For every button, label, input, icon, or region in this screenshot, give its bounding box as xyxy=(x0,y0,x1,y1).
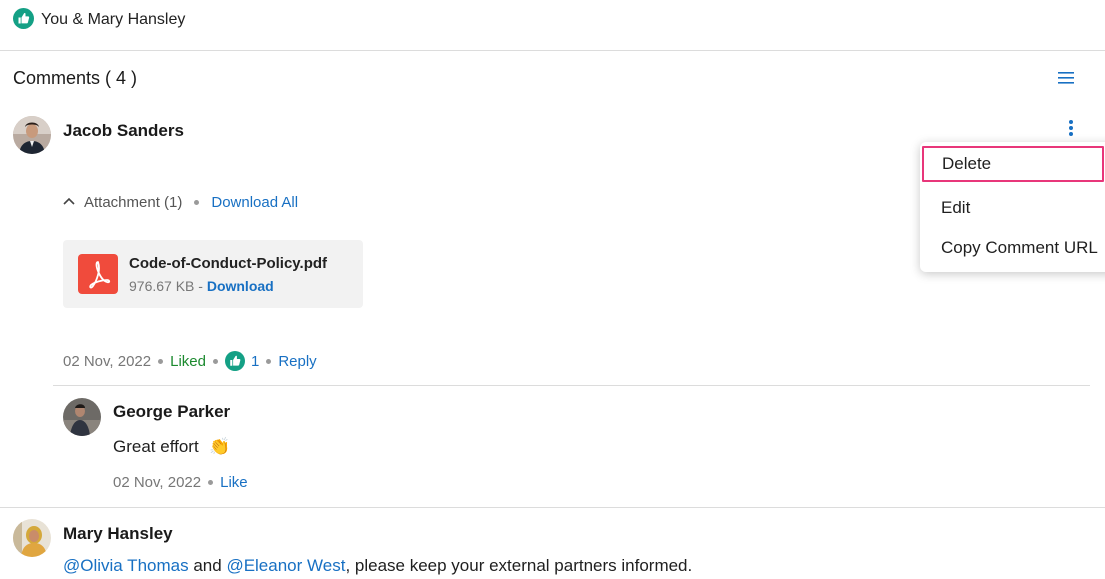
comments-header: Comments ( 4 ) xyxy=(0,51,1105,107)
file-size: 976.67 KB - xyxy=(129,278,203,294)
comment-context-menu: Delete Edit Copy Comment URL xyxy=(920,142,1105,272)
comment-meta: 02 Nov, 2022 Liked 1 Reply xyxy=(63,351,317,371)
comment-date: 02 Nov, 2022 xyxy=(63,352,152,370)
attachment-row: Attachment (1) Download All xyxy=(63,194,298,211)
avatar-george-parker[interactable] xyxy=(63,398,101,436)
divider xyxy=(53,385,1090,386)
menu-item-copy-url[interactable]: Copy Comment URL xyxy=(920,230,1105,266)
thumbs-up-icon xyxy=(13,8,34,34)
comment-author[interactable]: Mary Hansley xyxy=(63,524,173,544)
file-name[interactable]: Code-of-Conduct-Policy.pdf xyxy=(129,255,327,272)
chevron-up-icon[interactable] xyxy=(63,197,75,210)
comment-text: @Olivia Thomas and @Eleanor West, please… xyxy=(63,556,692,576)
reply-link[interactable]: Reply xyxy=(278,353,316,370)
separator-dot xyxy=(266,358,272,364)
reply-text: Great effort 👏 xyxy=(113,437,231,457)
file-meta: 976.67 KB - Download xyxy=(129,278,274,294)
separator-dot xyxy=(212,358,218,364)
mention-link[interactable]: @Eleanor West xyxy=(226,556,345,575)
mention-link[interactable]: @Olivia Thomas xyxy=(63,556,189,575)
avatar-mary-hansley[interactable] xyxy=(13,519,51,557)
text-fragment: , please keep your external partners inf… xyxy=(345,556,693,575)
separator-dot xyxy=(194,200,200,205)
reply-author[interactable]: George Parker xyxy=(113,402,230,422)
avatar-jacob-sanders[interactable] xyxy=(13,116,51,154)
divider xyxy=(0,507,1105,508)
comment-author[interactable]: Jacob Sanders xyxy=(63,121,184,141)
menu-item-edit[interactable]: Edit xyxy=(920,190,1105,226)
likes-bar: You & Mary Hansley xyxy=(0,0,1105,51)
attachment-toggle[interactable]: Attachment (1) xyxy=(84,194,182,211)
reply-date: 02 Nov, 2022 xyxy=(113,474,202,491)
attachment-file-card[interactable]: Code-of-Conduct-Policy.pdf 976.67 KB - D… xyxy=(63,240,363,308)
text-fragment: and xyxy=(193,556,222,575)
liked-button[interactable]: Liked xyxy=(170,353,206,370)
more-options-icon[interactable] xyxy=(1066,119,1076,142)
separator-dot xyxy=(208,480,214,485)
menu-item-delete[interactable]: Delete xyxy=(922,146,1104,182)
like-link[interactable]: Like xyxy=(220,474,248,491)
separator-dot xyxy=(158,358,164,364)
clapping-hands-icon: 👏 xyxy=(209,437,231,456)
reply-meta: 02 Nov, 2022 Like xyxy=(113,474,248,491)
file-download-link[interactable]: Download xyxy=(207,278,274,294)
comments-title: Comments ( 4 ) xyxy=(13,68,138,88)
thumbs-up-icon[interactable] xyxy=(224,351,245,371)
like-count[interactable]: 1 xyxy=(251,353,259,370)
reply-text-body: Great effort xyxy=(113,437,199,456)
pdf-file-icon xyxy=(78,254,118,299)
sort-menu-icon[interactable] xyxy=(1057,70,1075,91)
likes-summary[interactable]: You & Mary Hansley xyxy=(41,11,185,29)
download-all-link[interactable]: Download All xyxy=(211,194,298,211)
